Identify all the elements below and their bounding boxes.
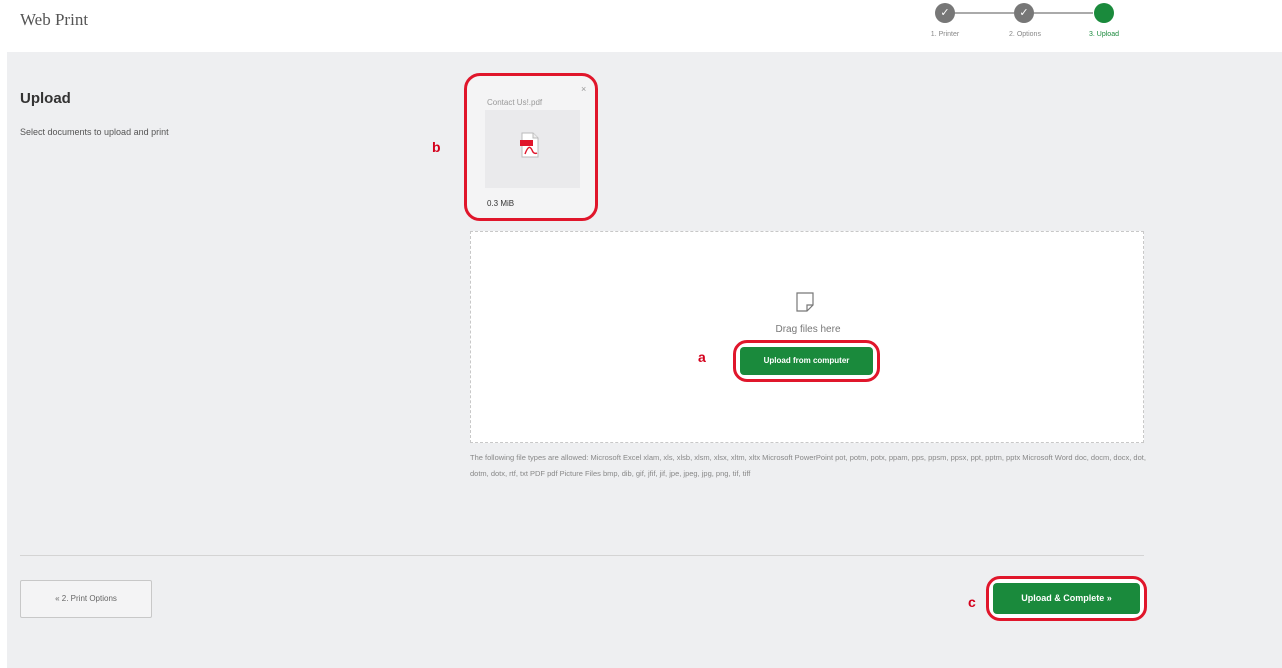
check-icon: ✓: [1019, 7, 1029, 19]
step-label-printer[interactable]: 1. Printer: [915, 31, 975, 38]
upload-and-complete-button[interactable]: Upload & Complete »: [986, 576, 1147, 621]
step-options[interactable]: ✓: [1014, 3, 1034, 23]
check-icon: ✓: [940, 7, 950, 19]
section-description: Select documents to upload and print: [20, 127, 169, 137]
annotation-marker-b: b: [432, 139, 441, 155]
step-connector: [954, 12, 1014, 14]
drag-files-hint: Drag files here: [775, 324, 841, 335]
document-icon: [796, 292, 814, 312]
allowed-file-types-text: The following file types are allowed: Mi…: [470, 453, 1146, 478]
remove-file-icon[interactable]: ×: [581, 84, 586, 94]
divider: [20, 555, 1144, 556]
progress-stepper: ✓ ✓ 1. Printer 2. Options 3. Upload: [0, 0, 1282, 52]
section-title: Upload: [20, 90, 71, 107]
pdf-file-icon: [520, 132, 539, 158]
file-thumbnail: [485, 110, 580, 188]
step-upload: [1094, 3, 1114, 23]
file-name: Contact Us!.pdf: [487, 98, 543, 107]
uploaded-file-card[interactable]: × Contact Us!.pdf 0.3 MiB: [464, 73, 598, 221]
upload-from-computer-label[interactable]: Upload from computer: [740, 347, 873, 375]
step-printer[interactable]: ✓: [935, 3, 955, 23]
upload-from-computer-button[interactable]: Upload from computer: [733, 340, 880, 382]
file-size: 0.3 MiB: [487, 199, 515, 208]
step-label-options[interactable]: 2. Options: [995, 31, 1055, 38]
step-connector: [1033, 12, 1093, 14]
upload-and-complete-label[interactable]: Upload & Complete »: [993, 583, 1140, 614]
file-dropzone[interactable]: Drag files here Upload from computer: [470, 231, 1144, 443]
step-label-upload: 3. Upload: [1089, 31, 1119, 38]
annotation-marker-c: c: [968, 594, 976, 610]
back-to-print-options-button[interactable]: « 2. Print Options: [20, 580, 152, 618]
annotation-marker-a: a: [698, 349, 706, 365]
